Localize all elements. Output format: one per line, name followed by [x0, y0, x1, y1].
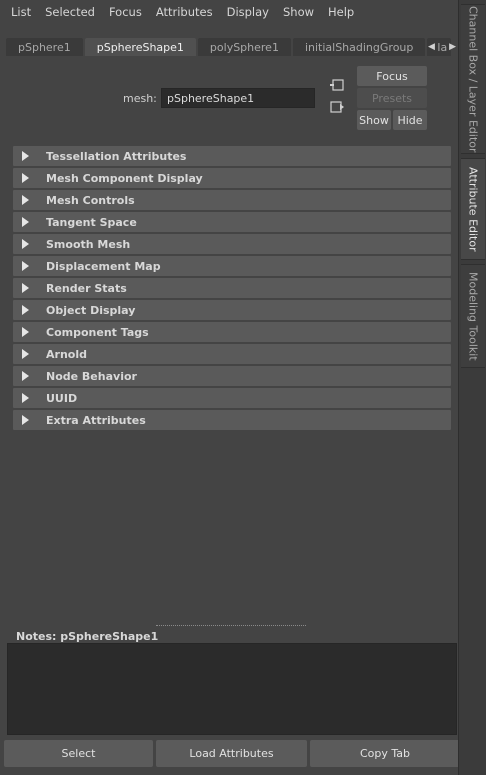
menu-display[interactable]: Display	[220, 5, 276, 19]
menu-help[interactable]: Help	[321, 5, 361, 19]
attribute-sections: Tessellation Attributes Mesh Component D…	[13, 146, 451, 432]
triangle-right-icon	[22, 151, 32, 161]
section-uuid[interactable]: UUID	[13, 388, 451, 408]
section-arnold[interactable]: Arnold	[13, 344, 451, 364]
notes-label: Notes: pSphereShape1	[16, 630, 159, 643]
presets-button[interactable]: Presets	[357, 88, 427, 108]
section-label: Tessellation Attributes	[46, 149, 187, 163]
section-smooth-mesh[interactable]: Smooth Mesh	[13, 234, 451, 254]
triangle-right-icon	[22, 217, 32, 227]
section-label: Mesh Component Display	[46, 171, 203, 185]
notes-resize-handle[interactable]	[156, 625, 306, 627]
mesh-label: mesh:	[123, 92, 157, 105]
tab-scroll-arrows: ◀ ▶	[428, 40, 456, 54]
section-node-behavior[interactable]: Node Behavior	[13, 366, 451, 386]
hide-button[interactable]: Hide	[393, 110, 427, 130]
triangle-right-icon	[22, 195, 32, 205]
tab-attribute-editor[interactable]: Attribute Editor	[461, 158, 485, 260]
tab-initialshadinggroup[interactable]: initialShadingGroup	[292, 38, 426, 56]
triangle-right-icon	[22, 393, 32, 403]
section-mesh-component-display[interactable]: Mesh Component Display	[13, 168, 451, 188]
section-render-stats[interactable]: Render Stats	[13, 278, 451, 298]
menu-selected[interactable]: Selected	[38, 5, 102, 19]
triangle-right-icon	[22, 261, 32, 271]
triangle-right-icon	[22, 173, 32, 183]
triangle-left-icon[interactable]: ◀	[428, 42, 435, 52]
tab-polysphere1[interactable]: polySphere1	[197, 38, 291, 56]
show-button[interactable]: Show	[357, 110, 391, 130]
triangle-right-icon	[22, 305, 32, 315]
section-extra-attributes[interactable]: Extra Attributes	[13, 410, 451, 430]
triangle-right-icon	[22, 283, 32, 293]
section-label: Displacement Map	[46, 259, 161, 273]
select-output-connection-icon[interactable]	[329, 100, 345, 114]
select-input-connection-icon[interactable]	[329, 78, 345, 92]
triangle-right-icon	[22, 327, 32, 337]
menu-bar: List Selected Focus Attributes Display S…	[0, 0, 458, 24]
section-label: Component Tags	[46, 325, 149, 339]
focus-button[interactable]: Focus	[357, 66, 427, 86]
tab-modeling-toolkit[interactable]: Modeling Toolkit	[461, 264, 485, 368]
menu-list[interactable]: List	[4, 5, 38, 19]
section-label: Extra Attributes	[46, 413, 146, 427]
section-label: Smooth Mesh	[46, 237, 131, 251]
triangle-right-icon	[22, 415, 32, 425]
menu-attributes[interactable]: Attributes	[149, 5, 220, 19]
section-mesh-controls[interactable]: Mesh Controls	[13, 190, 451, 210]
select-button[interactable]: Select	[4, 740, 153, 767]
tab-psphereshape1[interactable]: pSphereShape1	[84, 38, 196, 56]
section-label: Node Behavior	[46, 369, 137, 383]
section-label: Render Stats	[46, 281, 127, 295]
node-tab-row: pSphere1 pSphereShape1 polySphere1 initi…	[6, 38, 456, 56]
triangle-right-icon	[22, 371, 32, 381]
section-label: Object Display	[46, 303, 136, 317]
tab-psphere1[interactable]: pSphere1	[6, 38, 83, 56]
section-component-tags[interactable]: Component Tags	[13, 322, 451, 342]
section-label: Tangent Space	[46, 215, 137, 229]
mesh-name-field[interactable]	[161, 88, 315, 108]
notes-field[interactable]	[7, 643, 457, 735]
triangle-right-icon	[22, 239, 32, 249]
side-tab-strip: Channel Box / Layer Editor Attribute Edi…	[458, 0, 486, 775]
section-tangent-space[interactable]: Tangent Space	[13, 212, 451, 232]
section-label: Mesh Controls	[46, 193, 135, 207]
section-label: UUID	[46, 391, 78, 405]
section-object-display[interactable]: Object Display	[13, 300, 451, 320]
copy-tab-button[interactable]: Copy Tab	[310, 740, 460, 767]
tab-channel-box-layer-editor[interactable]: Channel Box / Layer Editor	[461, 4, 485, 154]
triangle-right-icon	[22, 349, 32, 359]
section-tessellation-attributes[interactable]: Tessellation Attributes	[13, 146, 451, 166]
section-displacement-map[interactable]: Displacement Map	[13, 256, 451, 276]
menu-focus[interactable]: Focus	[102, 5, 149, 19]
menu-show[interactable]: Show	[276, 5, 321, 19]
load-attributes-button[interactable]: Load Attributes	[156, 740, 307, 767]
section-label: Arnold	[46, 347, 87, 361]
triangle-right-icon[interactable]: ▶	[449, 42, 456, 52]
